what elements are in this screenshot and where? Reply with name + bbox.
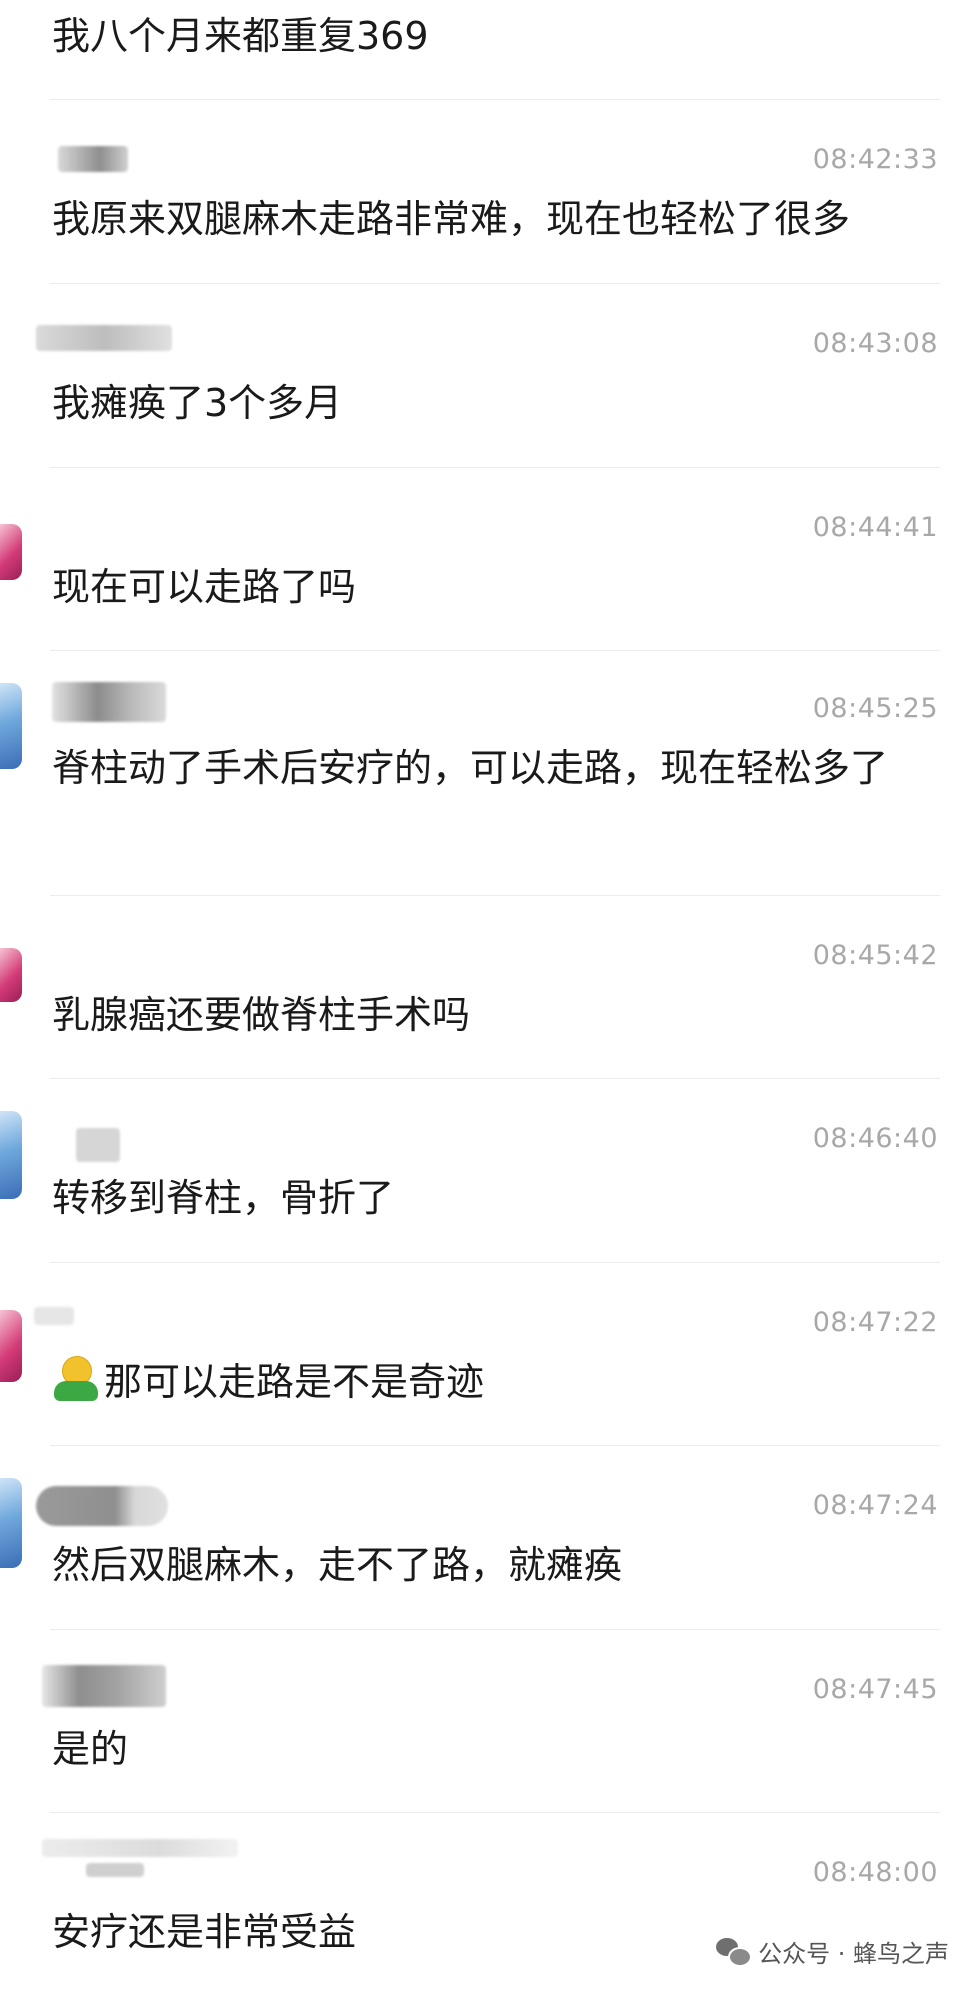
watermark-text: 公众号 · 蜂鸟之声 (758, 1940, 949, 1968)
message-timestamp: 08:47:24 (812, 1490, 938, 1521)
message-timestamp: 08:44:41 (812, 512, 938, 543)
wechat-icon (716, 1937, 753, 1967)
message-text: 是的 (52, 1727, 129, 1771)
sender-name-blurred (42, 1839, 238, 1857)
chat-message[interactable]: 08:45:25 脊柱动了手术后安疗的，可以走路，现在轻松多了 (50, 651, 940, 896)
chat-message[interactable]: 08:47:22 那可以走路是不是奇迹 (34, 1263, 942, 1446)
sender-name-blurred (76, 1128, 120, 1162)
chat-message[interactable]: 08:44:41 现在可以走路了吗 (50, 468, 940, 651)
message-text: 然后双腿麻木，走不了路，就瘫痪 (52, 1543, 623, 1587)
sender-name-blurred (86, 1863, 144, 1877)
message-text: 转移到脊柱，骨折了 (52, 1176, 395, 1220)
message-text: 我瘫痪了3个多月 (52, 381, 343, 425)
message-text: 我原来双腿麻木走路非常难，现在也轻松了很多 (52, 197, 851, 241)
message-text: 那可以走路是不是奇迹 (104, 1360, 485, 1404)
chat-message[interactable]: 08:43:08 我瘫痪了3个多月 (36, 284, 940, 468)
chat-message[interactable]: 我八个月来都重复369 (50, 0, 940, 100)
message-timestamp: 08:48:00 (812, 1857, 938, 1888)
avatar[interactable] (0, 1310, 22, 1382)
message-text: 现在可以走路了吗 (52, 565, 357, 609)
avatar[interactable] (0, 1478, 22, 1568)
avatar[interactable] (0, 683, 22, 769)
sender-name-blurred (52, 682, 166, 722)
wechat-official-account-watermark: 公众号 · 蜂鸟之声 (716, 1934, 949, 1969)
message-timestamp: 08:43:08 (812, 328, 938, 359)
message-timestamp: 08:45:42 (812, 940, 938, 971)
message-text: 脊柱动了手术后安疗的，可以走路，现在轻松多了 (52, 746, 889, 790)
message-timestamp: 08:42:33 (812, 144, 938, 175)
chat-message[interactable]: 08:46:40 转移到脊柱，骨折了 (50, 1079, 940, 1263)
person-emoji-icon (52, 1354, 100, 1404)
chat-message[interactable]: 08:45:42 乳腺癌还要做脊柱手术吗 (50, 896, 940, 1079)
chat-message[interactable]: 08:47:24 然后双腿麻木，走不了路，就瘫痪 (36, 1446, 940, 1630)
message-text-row: 那可以走路是不是奇迹 (52, 1351, 942, 1413)
sender-name-blurred (36, 325, 172, 351)
chat-message[interactable]: 08:42:33 我原来双腿麻木走路非常难，现在也轻松了很多 (50, 100, 940, 284)
message-text: 乳腺癌还要做脊柱手术吗 (52, 993, 471, 1037)
sender-name-blurred (58, 146, 128, 172)
avatar[interactable] (0, 524, 22, 580)
sender-name-blurred (42, 1665, 166, 1707)
message-timestamp: 08:47:45 (812, 1674, 938, 1705)
sender-name-blurred (34, 1307, 74, 1325)
chat-history-page: 我八个月来都重复369 08:42:33 我原来双腿麻木走路非常难，现在也轻松了… (0, 0, 977, 1995)
avatar[interactable] (0, 1111, 22, 1199)
chat-message[interactable]: 08:47:45 是的 (42, 1630, 940, 1813)
sender-name-blurred (36, 1486, 168, 1526)
message-timestamp: 08:47:22 (812, 1307, 938, 1338)
avatar[interactable] (0, 948, 22, 1002)
message-timestamp: 08:46:40 (812, 1123, 938, 1154)
message-text: 我八个月来都重复369 (52, 14, 429, 58)
message-timestamp: 08:45:25 (812, 693, 938, 724)
